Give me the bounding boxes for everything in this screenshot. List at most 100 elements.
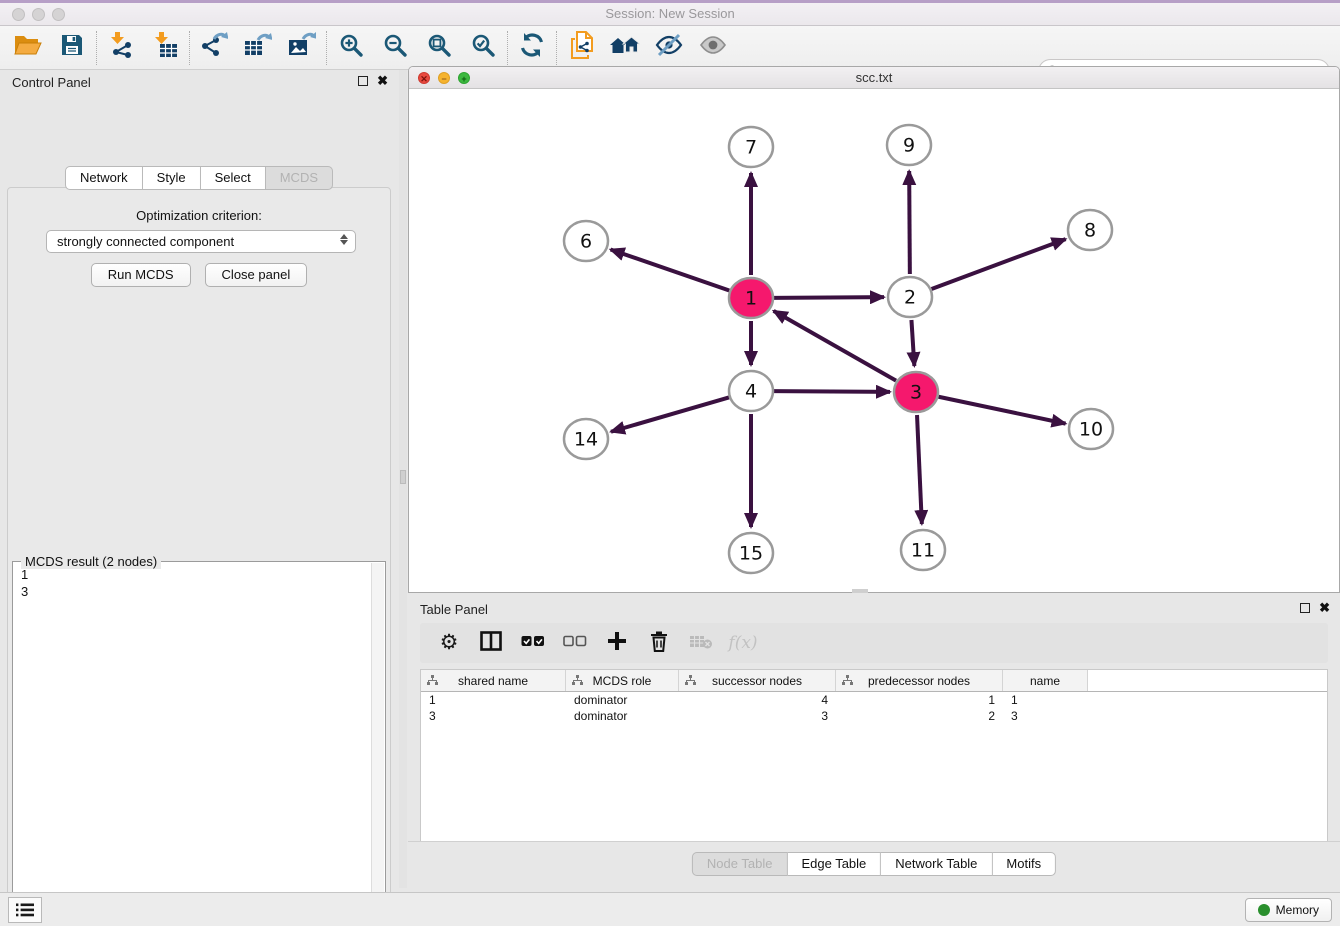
tab-motifs[interactable]: Motifs xyxy=(992,852,1056,876)
vertical-splitter[interactable] xyxy=(399,70,407,888)
control-panel-float-icon[interactable] xyxy=(358,76,368,86)
table-cell[interactable]: 4 xyxy=(679,692,836,708)
run-mcds-button[interactable]: Run MCDS xyxy=(91,263,191,287)
table-cell[interactable]: 1 xyxy=(836,692,1003,708)
edge-4-3[interactable] xyxy=(774,391,890,392)
clone-network-button[interactable] xyxy=(559,29,603,67)
network-window-titlebar[interactable]: ✕ − + scc.txt xyxy=(409,67,1339,89)
close-panel-button[interactable]: Close panel xyxy=(205,263,308,287)
table-cell[interactable]: 3 xyxy=(1003,708,1088,724)
svg-text:7: 7 xyxy=(745,137,757,159)
mcds-result-text[interactable]: 1 3 xyxy=(15,566,369,926)
table-panel-close-icon[interactable]: ✖ xyxy=(1319,603,1330,613)
settings-gear-button[interactable]: ⚙ xyxy=(430,626,468,660)
toolbar-separator xyxy=(556,31,557,65)
table-cell[interactable]: 1 xyxy=(1003,692,1088,708)
add-column-icon xyxy=(607,631,627,656)
graph-node-4[interactable]: 4 xyxy=(729,371,773,411)
tab-network[interactable]: Network xyxy=(65,166,143,190)
edge-4-14[interactable] xyxy=(611,397,729,431)
graph-node-10[interactable]: 10 xyxy=(1069,409,1113,449)
export-image-icon xyxy=(288,32,316,63)
graph-node-9[interactable]: 9 xyxy=(887,125,931,165)
toolbar-separator xyxy=(507,31,508,65)
svg-text:15: 15 xyxy=(739,543,763,565)
split-view-button[interactable] xyxy=(472,626,510,660)
column-header-name[interactable]: name xyxy=(1003,670,1088,691)
import-network-icon xyxy=(108,32,134,63)
table-row[interactable]: 3dominator323 xyxy=(421,708,1327,724)
memory-button[interactable]: Memory xyxy=(1245,898,1332,922)
table-row[interactable]: 1dominator411 xyxy=(421,692,1327,708)
edge-1-2[interactable] xyxy=(774,297,884,298)
column-header-shared-name[interactable]: shared name xyxy=(421,670,566,691)
home-button[interactable] xyxy=(603,29,647,67)
deselect-all-button[interactable] xyxy=(556,626,594,660)
column-header-successor-nodes[interactable]: successor nodes xyxy=(679,670,836,691)
graph-node-8[interactable]: 8 xyxy=(1068,210,1112,250)
table-cell[interactable]: 3 xyxy=(679,708,836,724)
add-column-button[interactable] xyxy=(598,626,636,660)
clone-network-icon xyxy=(568,31,594,64)
import-network-button[interactable] xyxy=(99,29,143,67)
edge-2-8[interactable] xyxy=(932,239,1066,289)
splitter-grip[interactable] xyxy=(400,470,406,484)
control-panel-close-icon[interactable]: ✖ xyxy=(377,76,388,86)
edge-1-6[interactable] xyxy=(611,249,730,290)
table-panel-header: Table Panel ✖ xyxy=(408,597,1340,623)
export-table-button[interactable] xyxy=(236,29,280,67)
edge-3-11[interactable] xyxy=(917,415,922,524)
task-history-button[interactable] xyxy=(8,897,42,923)
horizontal-splitter-grip[interactable] xyxy=(852,589,868,593)
import-table-button[interactable] xyxy=(143,29,187,67)
graph-node-7[interactable]: 7 xyxy=(729,127,773,167)
table-cell[interactable]: dominator xyxy=(566,692,679,708)
svg-text:8: 8 xyxy=(1084,220,1096,242)
edge-2-9[interactable] xyxy=(909,171,910,274)
column-header-predecessor-nodes[interactable]: predecessor nodes xyxy=(836,670,1003,691)
tab-select[interactable]: Select xyxy=(201,166,266,190)
tab-network-table[interactable]: Network Table xyxy=(881,852,992,876)
table-panel-float-icon[interactable] xyxy=(1300,603,1310,613)
table-cell[interactable]: dominator xyxy=(566,708,679,724)
select-all-button[interactable] xyxy=(514,626,552,660)
graph-node-11[interactable]: 11 xyxy=(901,530,945,570)
table-cell[interactable]: 2 xyxy=(836,708,1003,724)
show-eye-icon xyxy=(699,34,727,61)
graph-node-3[interactable]: 3 xyxy=(894,372,938,412)
zoom-fit-button[interactable] xyxy=(417,29,461,67)
criterion-dropdown[interactable]: strongly connected component xyxy=(46,230,356,253)
table-cell[interactable]: 1 xyxy=(421,692,566,708)
tab-style[interactable]: Style xyxy=(143,166,201,190)
delete-column-button[interactable] xyxy=(640,626,678,660)
zoom-in-button[interactable] xyxy=(329,29,373,67)
edge-2-3[interactable] xyxy=(911,320,914,366)
zoom-selected-button[interactable] xyxy=(461,29,505,67)
graph-node-2[interactable]: 2 xyxy=(888,277,932,317)
deselect-all-icon xyxy=(563,633,587,654)
graph-node-14[interactable]: 14 xyxy=(564,419,608,459)
graph-node-15[interactable]: 15 xyxy=(729,533,773,573)
export-network-button[interactable] xyxy=(192,29,236,67)
network-canvas[interactable]: 7 9 6 8 1 2 4 3 14 10 15 11 xyxy=(409,89,1339,593)
tab-node-table[interactable]: Node Table xyxy=(692,852,788,876)
show-eye-button[interactable] xyxy=(691,29,735,67)
export-image-button[interactable] xyxy=(280,29,324,67)
edge-3-1[interactable] xyxy=(774,311,896,381)
graph-node-6[interactable]: 6 xyxy=(564,221,608,261)
open-folder-button[interactable] xyxy=(6,29,50,67)
table-cell[interactable]: 3 xyxy=(421,708,566,724)
tab-mcds[interactable]: MCDS xyxy=(266,166,333,190)
refresh-button[interactable] xyxy=(510,29,554,67)
node-table[interactable]: shared nameMCDS rolesuccessor nodesprede… xyxy=(420,669,1328,841)
column-header-MCDS-role[interactable]: MCDS role xyxy=(566,670,679,691)
zoom-out-button[interactable] xyxy=(373,29,417,67)
network-graph[interactable]: 7 9 6 8 1 2 4 3 14 10 15 11 xyxy=(409,89,1339,593)
save-button[interactable] xyxy=(50,29,94,67)
result-scrollbar[interactable] xyxy=(371,563,384,926)
graph-node-1[interactable]: 1 xyxy=(729,278,773,318)
hide-eye-button[interactable] xyxy=(647,29,691,67)
edge-3-10[interactable] xyxy=(939,397,1066,424)
function-builder-icon: f(x) xyxy=(728,633,757,653)
tab-edge-table[interactable]: Edge Table xyxy=(787,852,881,876)
